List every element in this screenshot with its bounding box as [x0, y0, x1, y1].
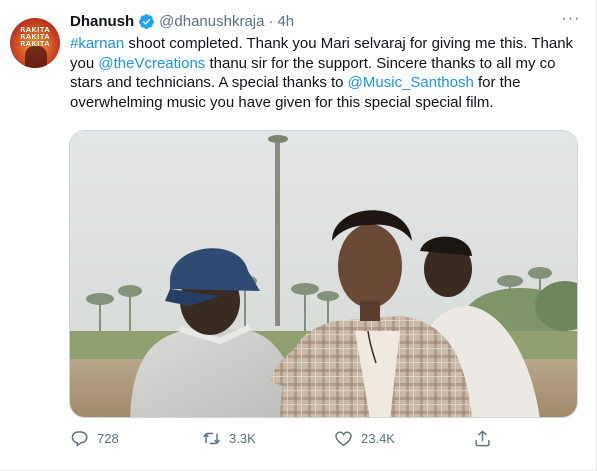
- mention-link-music-santhosh[interactable]: @Music_Santhosh: [348, 74, 474, 91]
- author-name[interactable]: Dhanush: [70, 13, 134, 30]
- mention-link-vcreations[interactable]: @theVcreations: [98, 55, 205, 72]
- tweet-card[interactable]: RAKITA RAKITA RAKITA Dhanush @dhanushkra…: [0, 0, 597, 471]
- verified-badge-icon: [138, 13, 155, 30]
- author-handle[interactable]: @dhanushkraja: [159, 13, 264, 30]
- retweet-count: 3.3K: [229, 430, 256, 446]
- like-count: 23.4K: [361, 430, 395, 446]
- reply-count: 728: [97, 430, 119, 446]
- retweet-button[interactable]: 3.3K: [202, 425, 256, 451]
- share-button[interactable]: [473, 425, 492, 451]
- reply-button[interactable]: 728: [70, 425, 119, 451]
- tweet-actions: 728 3.3K 23.4K: [70, 425, 490, 451]
- retweet-icon: [203, 432, 220, 444]
- share-icon: [475, 429, 490, 446]
- header-separator: ·: [268, 12, 274, 30]
- like-button[interactable]: 23.4K: [334, 425, 395, 451]
- tweet-header: Dhanush @dhanushkraja · 4h: [70, 10, 294, 32]
- tweet-photo[interactable]: [69, 130, 578, 418]
- author-avatar[interactable]: RAKITA RAKITA RAKITA: [10, 18, 60, 68]
- reply-icon: [71, 430, 88, 447]
- hashtag-link[interactable]: #karnan: [70, 35, 124, 52]
- tweet-text: #karnan shoot completed. Thank you Mari …: [70, 34, 585, 112]
- more-icon[interactable]: ···: [558, 8, 584, 30]
- like-icon: [335, 430, 352, 446]
- tweet-timestamp[interactable]: 4h: [277, 13, 294, 30]
- photo-illustration: [70, 131, 577, 417]
- avatar-poster-text: RAKITA RAKITA RAKITA: [20, 26, 50, 48]
- avatar-poster-figure: [25, 46, 47, 68]
